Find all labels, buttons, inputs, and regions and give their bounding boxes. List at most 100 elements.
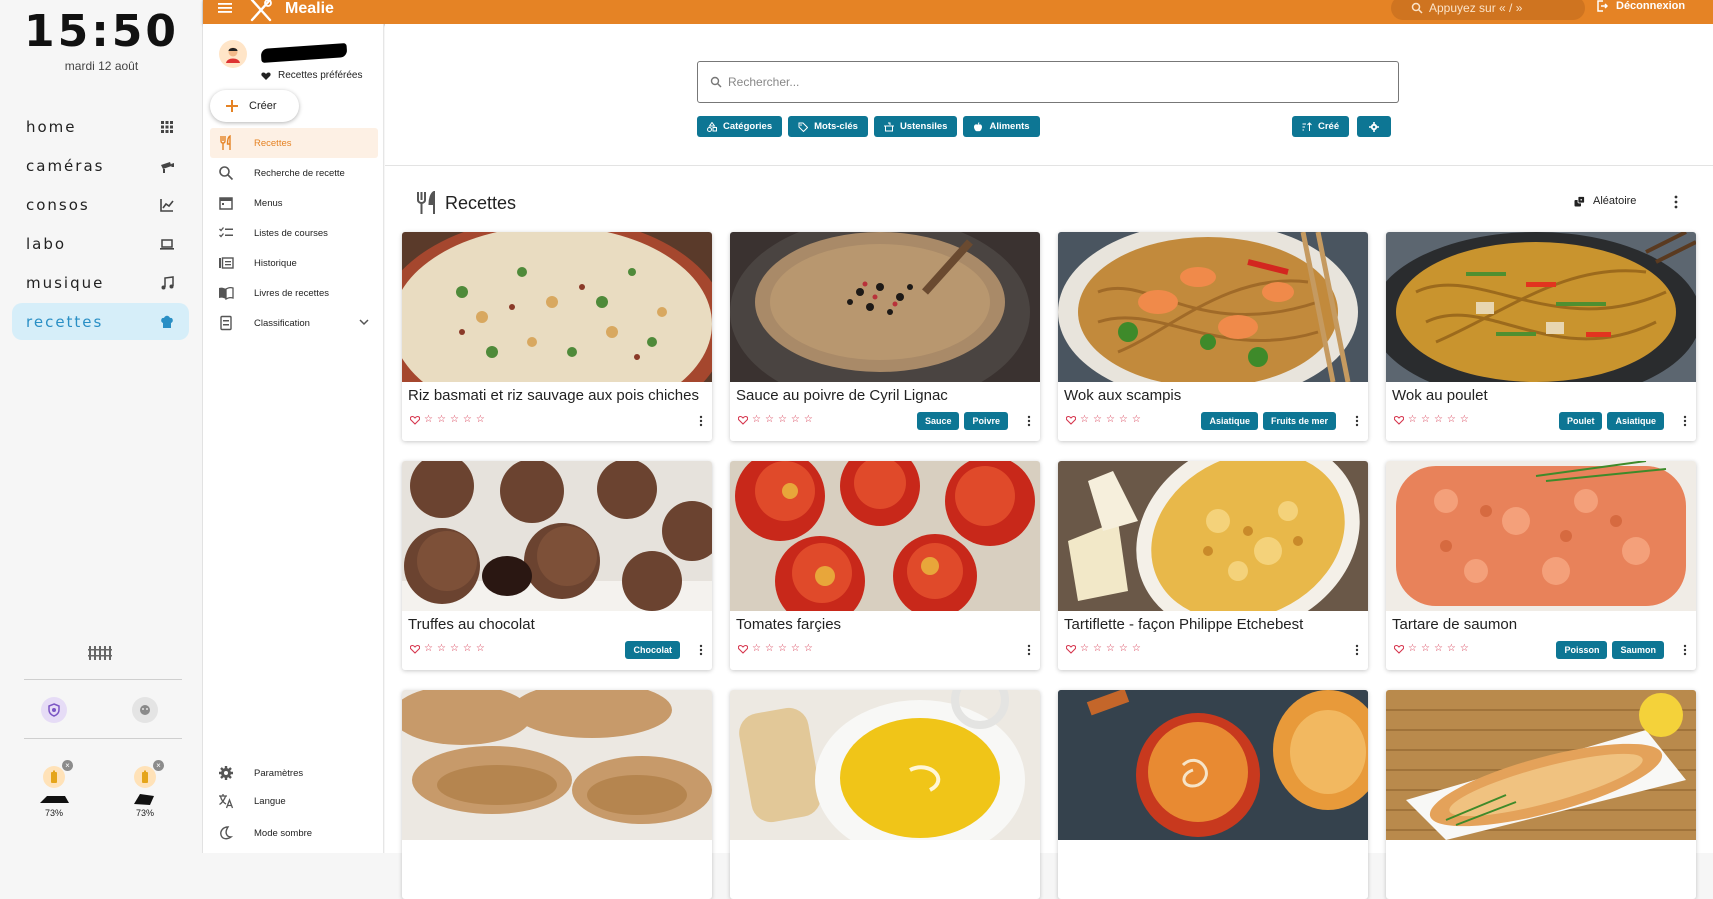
more-vert-icon[interactable] [698, 415, 704, 427]
tag-chip[interactable]: Poisson [1556, 641, 1608, 659]
dashboard-item-cameras[interactable]: caméras [12, 147, 189, 184]
recipe-title[interactable]: Wok aux scampis [1064, 387, 1362, 404]
create-button[interactable]: Créer [210, 90, 299, 122]
recipe-image[interactable] [1386, 461, 1696, 611]
recipe-image[interactable] [402, 690, 712, 840]
recipe-title[interactable]: Truffes au chocolat [408, 616, 706, 633]
dashboard-item-home[interactable]: home [12, 108, 189, 145]
recipe-card[interactable] [1058, 690, 1368, 899]
star-icon[interactable]: ☆ [1093, 415, 1102, 425]
recipe-card[interactable]: Tomates farçies ☆ ☆ ☆ ☆ ☆ [730, 461, 1040, 670]
star-icon[interactable]: ☆ [1460, 415, 1469, 425]
settings-button[interactable] [1357, 116, 1392, 137]
recipe-card[interactable]: Sauce au poivre de Cyril Lignac ☆ ☆ ☆ ☆ ☆ Sa… [730, 232, 1040, 441]
favorites-link[interactable]: Recettes préférées [261, 70, 363, 81]
star-icon[interactable]: ☆ [778, 415, 787, 425]
recipe-title[interactable]: Sauce au poivre de Cyril Lignac [736, 387, 1034, 404]
star-icon[interactable]: ☆ [765, 644, 774, 654]
robot-badge[interactable] [132, 697, 158, 723]
star-icon[interactable]: ☆ [1132, 415, 1141, 425]
shield-badge[interactable] [41, 697, 67, 723]
recipe-card[interactable]: Truffes au chocolat ☆ ☆ ☆ ☆ ☆ Chocolat [402, 461, 712, 670]
more-vert-icon[interactable] [1026, 644, 1032, 656]
tag-chip[interactable]: Poulet [1558, 412, 1603, 430]
sidebar-item-recettes[interactable]: Recettes [210, 128, 378, 158]
tag-chip[interactable]: Saumon [1612, 641, 1664, 659]
recipe-image[interactable] [1386, 232, 1696, 382]
heart-icon[interactable] [410, 415, 420, 425]
sidebar-item-classification[interactable]: Classification [210, 308, 378, 338]
star-icon[interactable]: ☆ [1434, 415, 1443, 425]
recipe-card[interactable] [1386, 690, 1696, 899]
heart-icon[interactable] [410, 644, 420, 654]
star-icon[interactable]: ☆ [1447, 644, 1456, 654]
sidebar-item-menus[interactable]: Menus [210, 188, 378, 218]
more-vert-icon[interactable] [1354, 415, 1360, 427]
recipe-image[interactable] [1058, 461, 1368, 611]
filter-tools-button[interactable]: Ustensiles [873, 116, 958, 137]
recipe-rating[interactable]: ☆ ☆ ☆ ☆ ☆ [1066, 415, 1141, 425]
star-icon[interactable]: ☆ [1093, 644, 1102, 654]
star-icon[interactable]: ☆ [1408, 644, 1417, 654]
star-icon[interactable]: ☆ [765, 415, 774, 425]
recipe-image[interactable] [1058, 232, 1368, 382]
heart-icon[interactable] [1394, 644, 1404, 654]
star-icon[interactable]: ☆ [450, 415, 459, 425]
chevron-down-icon[interactable] [358, 316, 370, 328]
tag-chip[interactable]: Asiatique [1607, 412, 1664, 430]
more-vert-icon[interactable] [1673, 195, 1679, 209]
tag-chip[interactable]: Poivre [964, 412, 1008, 430]
tag-chip[interactable]: Chocolat [625, 641, 680, 659]
dashboard-item-consos[interactable]: consos [12, 186, 189, 223]
recipe-title[interactable]: Tartiflette - façon Philippe Etchebest [1064, 616, 1362, 633]
recipe-card[interactable]: Riz basmati et riz sauvage aux pois chic… [402, 232, 712, 441]
filter-categories-button[interactable]: Catégories [697, 116, 783, 137]
battery-widget[interactable]: × 73% [115, 760, 175, 818]
sidebar-item-shopping-lists[interactable]: Listes de courses [210, 218, 378, 248]
dashboard-item-musique[interactable]: musique [12, 264, 189, 301]
star-icon[interactable]: ☆ [1106, 415, 1115, 425]
heart-icon[interactable] [1066, 415, 1076, 425]
tag-chip[interactable]: Fruits de mer [1262, 412, 1336, 430]
star-icon[interactable]: ☆ [424, 644, 433, 654]
star-icon[interactable]: ☆ [778, 644, 787, 654]
star-icon[interactable]: ☆ [1080, 415, 1089, 425]
sidebar-item-settings[interactable]: Paramètres [210, 759, 378, 787]
star-icon[interactable]: ☆ [1106, 644, 1115, 654]
recipe-card[interactable]: Wok au poulet ☆ ☆ ☆ ☆ ☆ Poulet Asiatique [1386, 232, 1696, 441]
filter-tags-button[interactable]: Mots-clés [788, 116, 868, 137]
star-icon[interactable]: ☆ [804, 644, 813, 654]
fence-icon[interactable] [88, 644, 112, 660]
recipe-title[interactable]: Riz basmati et riz sauvage aux pois chic… [408, 387, 706, 404]
star-icon[interactable]: ☆ [1080, 644, 1089, 654]
more-vert-icon[interactable] [1682, 644, 1688, 656]
star-icon[interactable]: ☆ [804, 415, 813, 425]
star-icon[interactable]: ☆ [1119, 644, 1128, 654]
more-vert-icon[interactable] [1026, 415, 1032, 427]
tag-chip[interactable]: Asiatique [1201, 412, 1258, 430]
logout-button[interactable]: Déconnexion [1596, 0, 1685, 12]
star-icon[interactable]: ☆ [1460, 644, 1469, 654]
star-icon[interactable]: ☆ [1119, 415, 1128, 425]
recipe-image[interactable] [1058, 690, 1368, 840]
recipe-image[interactable] [730, 461, 1040, 611]
recipe-card[interactable]: Tartiflette - façon Philippe Etchebest ☆… [1058, 461, 1368, 670]
mealie-logo-icon[interactable] [248, 0, 274, 22]
star-icon[interactable]: ☆ [463, 415, 472, 425]
filter-foods-button[interactable]: Aliments [963, 116, 1040, 137]
avatar[interactable] [219, 40, 247, 68]
recipe-title[interactable]: Wok au poulet [1392, 387, 1690, 404]
recipe-title[interactable]: Tomates farçies [736, 616, 1034, 633]
recipe-rating[interactable]: ☆ ☆ ☆ ☆ ☆ [738, 644, 813, 654]
sidebar-item-search[interactable]: Recherche de recette [210, 158, 378, 188]
recipe-rating[interactable]: ☆ ☆ ☆ ☆ ☆ [1394, 644, 1469, 654]
global-search[interactable]: Appuyez sur « / » [1391, 0, 1585, 20]
app-title[interactable]: Mealie [285, 0, 334, 18]
star-icon[interactable]: ☆ [752, 415, 761, 425]
recipe-image[interactable] [402, 232, 712, 382]
battery-widget[interactable]: × 73% [24, 760, 84, 818]
heart-icon[interactable] [1394, 415, 1404, 425]
star-icon[interactable]: ☆ [1421, 415, 1430, 425]
recipe-rating[interactable]: ☆ ☆ ☆ ☆ ☆ [1066, 644, 1141, 654]
star-icon[interactable]: ☆ [450, 644, 459, 654]
